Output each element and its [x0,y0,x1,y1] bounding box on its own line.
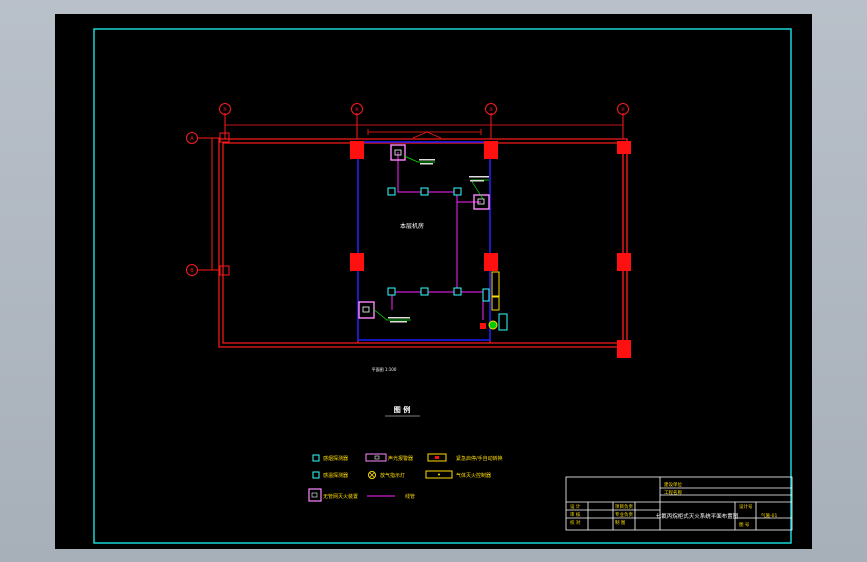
alarm-bell-icon [365,453,387,462]
tb-design-no: 设计号 [739,503,753,510]
axis-label-left-1: A [190,136,194,142]
protected-room [357,141,491,341]
scale-note: 平面图 1:100 [372,366,397,372]
heat-detector-icon [312,471,320,479]
legend-item-label: 声光报警器 [388,455,413,462]
room-label: 本层机房 [400,222,424,230]
legend-item-label: 无管网灭火装置 [323,493,358,500]
smoke-detector-icon [312,454,320,462]
dimension-line [225,124,623,139]
tb-row-pm: 项目负责 [615,503,633,510]
axis-label-top-1: ⑤ [223,107,227,113]
legend-item-label: 感烟探测器 [323,455,348,462]
building-walls [218,138,628,348]
axis-label-top-4: ② [621,107,626,113]
detector-1 [387,187,396,196]
tb-main-title: 七氟丙烷柜式灭火系统平面布置图 [656,512,739,520]
tb-client: 建设单位 [664,481,682,488]
tb-project: 工程名称 [664,489,682,496]
detector-5 [420,287,429,296]
legend-item-label: 紧急启停/手自动转换 [456,455,503,462]
detector-3 [453,187,462,196]
legend-item-label: 放气指示灯 [380,472,405,479]
cad-viewport[interactable]: ⑤ ④ ③ ② A B 本层机房 平面图 1:100 图 例 感烟探测器 声光报… [55,14,812,549]
outside-devices [480,271,508,331]
axis-label-top-3: ③ [489,107,493,113]
legend-title: 图 例 [394,405,410,414]
tb-row-check: 校 对 [570,519,581,526]
axis-label-left-2: B [190,268,194,274]
tb-row-lead: 专业负责 [615,511,633,518]
detector-6 [453,287,462,296]
tb-drawing-no-label: 图 号 [739,522,750,528]
tb-sheet-no: 气施-01 [761,512,777,519]
legend-item-label: 感温探测器 [323,472,348,479]
extinguisher-unit-icon [308,488,322,502]
legend-item-label: 线管 [405,493,415,500]
legend-item-label: 气体灭火控制器 [456,472,491,479]
legend: 感烟探测器 声光报警器 紧急启停/手自动转换 感温探测器 放气指示灯 气体灭火控… [308,453,503,502]
detector-2 [420,187,429,196]
tb-row-draw: 制 图 [615,519,626,526]
callout-text [388,159,489,323]
floor-plan-drawing: ⑤ ④ ③ ② A B 本层机房 平面图 1:100 图 例 感烟探测器 声光报… [93,28,793,544]
detectors [387,187,462,296]
tb-row-design: 设 计 [570,503,581,510]
tb-row-review: 审 核 [570,511,581,518]
drawing-border [93,28,792,544]
detector-4 [387,287,396,296]
axis-label-top-2: ④ [355,107,360,113]
